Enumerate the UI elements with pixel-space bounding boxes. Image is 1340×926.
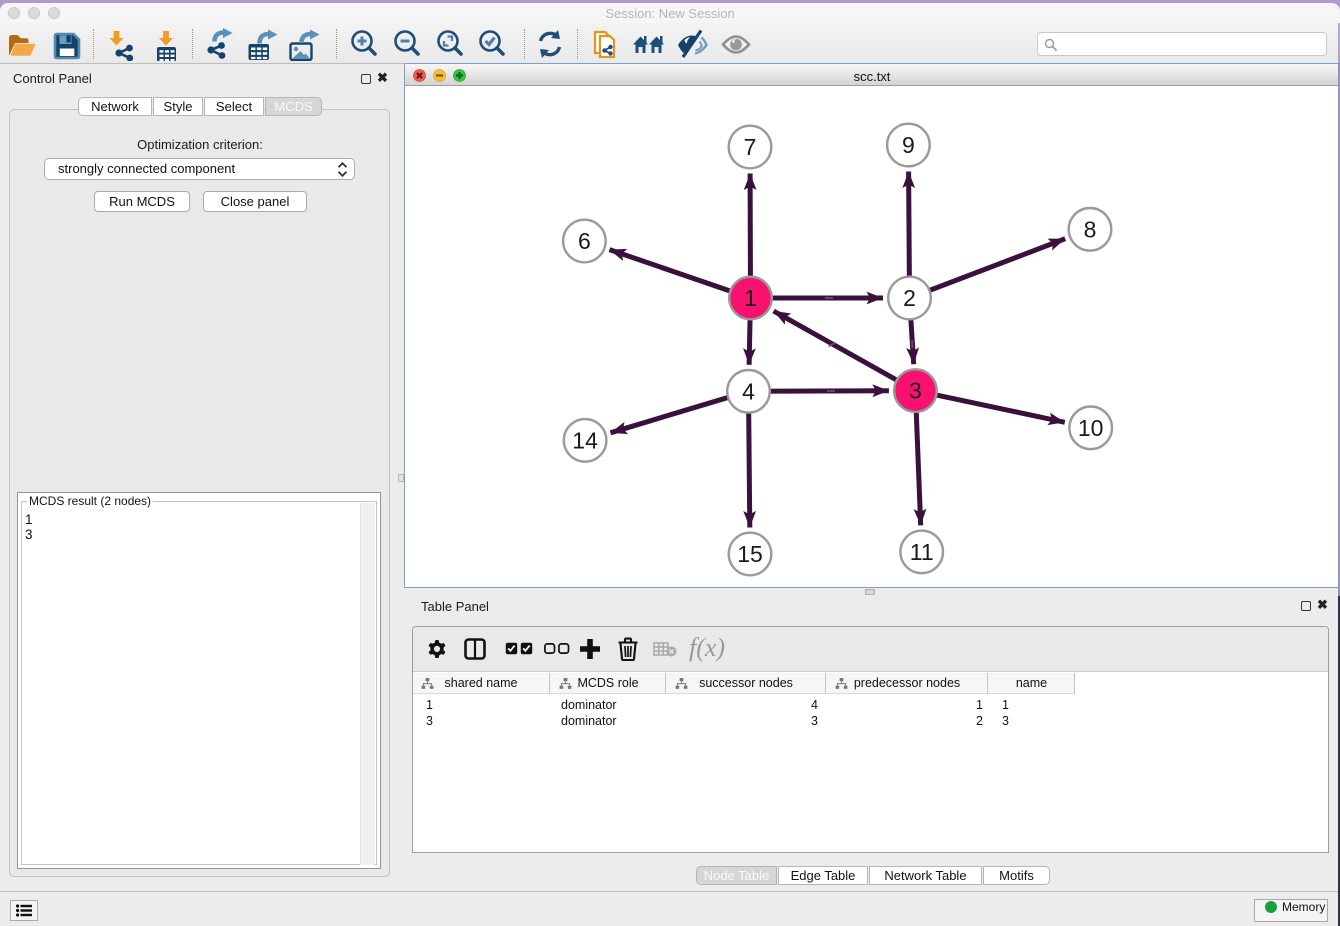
svg-text:6: 6 [578,228,591,254]
svg-text:2: 2 [903,285,916,311]
svg-text:10: 10 [1078,415,1104,441]
svg-text:14: 14 [572,427,598,453]
svg-text:8: 8 [1084,216,1097,242]
svg-text:9: 9 [902,132,915,158]
svg-text:11: 11 [910,539,934,565]
svg-text:3: 3 [909,378,922,404]
svg-text:4: 4 [742,378,755,404]
svg-text:1: 1 [744,285,757,311]
svg-text:7: 7 [744,134,757,160]
svg-text:15: 15 [737,541,763,567]
